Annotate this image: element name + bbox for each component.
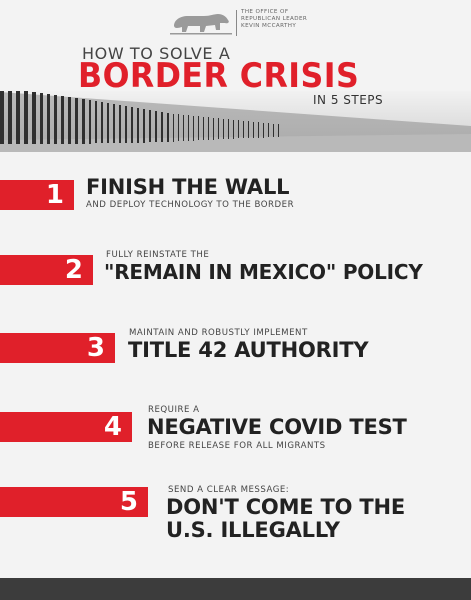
step-headline: NEGATIVE COVID TEST <box>147 415 407 439</box>
step-headline-line-1: DON'T COME TO THE <box>166 495 406 519</box>
step-number-bar: 3 <box>0 333 115 363</box>
step-detail: AND DEPLOY TECHNOLOGY TO THE BORDER <box>86 200 295 210</box>
organization-name: THE OFFICE OF REPUBLICAN LEADER KEVIN MC… <box>241 9 351 30</box>
step-number-bar: 2 <box>0 255 93 285</box>
org-line-2: REPUBLICAN LEADER <box>241 16 308 22</box>
header: THE OFFICE OF REPUBLICAN LEADER KEVIN MC… <box>0 0 471 152</box>
bear-icon <box>170 14 232 35</box>
step-headline: "REMAIN IN MEXICO" POLICY <box>104 260 423 284</box>
step-number: 5 <box>119 487 138 517</box>
step-number-bar: 4 <box>0 412 132 442</box>
step-number-bar: 5 <box>0 487 148 517</box>
step-intro: SEND A CLEAR MESSAGE: <box>168 485 290 495</box>
org-line-3: KEVIN MCCARTHY <box>241 23 297 29</box>
step-number: 3 <box>86 333 105 363</box>
logo-divider <box>236 10 237 36</box>
step-number: 2 <box>64 255 83 285</box>
step-number: 1 <box>45 180 64 210</box>
org-line-1: THE OFFICE OF <box>241 9 289 15</box>
step-intro: MAINTAIN AND ROBUSTLY IMPLEMENT <box>129 328 308 338</box>
step-headline: TITLE 42 AUTHORITY <box>128 338 369 362</box>
step-detail: BEFORE RELEASE FOR ALL MIGRANTS <box>148 441 326 451</box>
step-headline-line-2: U.S. ILLEGALLY <box>166 518 340 542</box>
step-headline: FINISH THE WALL <box>86 175 290 199</box>
step-intro: FULLY REINSTATE THE <box>106 250 210 260</box>
step-intro: REQUIRE A <box>148 405 200 415</box>
page-subtitle: IN 5 STEPS <box>313 93 384 107</box>
page-title: BORDER CRISIS <box>78 56 360 96</box>
step-number-bar: 1 <box>0 180 74 210</box>
footer-bar <box>0 578 471 600</box>
border-fence-image <box>0 88 471 152</box>
step-number: 4 <box>103 412 122 442</box>
